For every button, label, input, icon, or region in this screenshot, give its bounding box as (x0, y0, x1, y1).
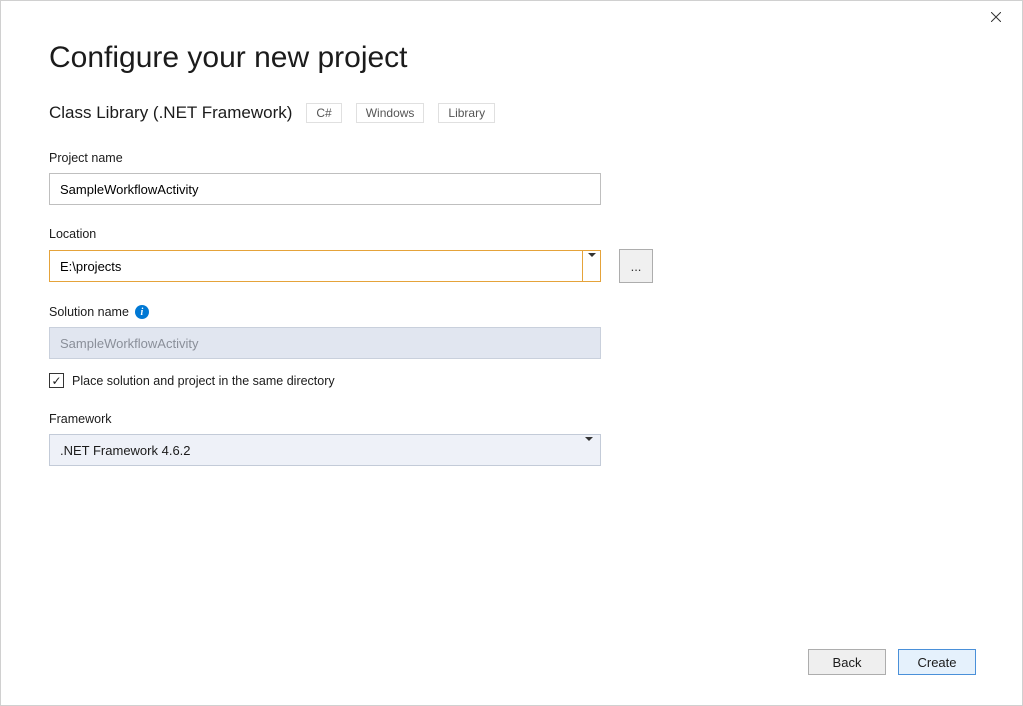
solution-name-input (49, 327, 601, 359)
chevron-down-icon (588, 257, 596, 275)
close-icon (991, 9, 1001, 25)
solution-name-group: Solution name i (49, 305, 974, 359)
chevron-down-icon (585, 441, 593, 459)
dialog-window: Configure your new project Class Library… (0, 0, 1023, 706)
project-name-input[interactable] (49, 173, 601, 205)
project-name-group: Project name (49, 151, 974, 205)
framework-value: .NET Framework 4.6.2 (60, 443, 191, 458)
framework-select-box[interactable]: .NET Framework 4.6.2 (49, 434, 601, 466)
location-combo (49, 250, 601, 282)
location-group: Location ... (49, 227, 974, 283)
dialog-content: Configure your new project Class Library… (1, 1, 1022, 466)
framework-select[interactable]: .NET Framework 4.6.2 (49, 434, 601, 466)
location-dropdown-button[interactable] (582, 251, 600, 281)
framework-group: Framework .NET Framework 4.6.2 (49, 412, 974, 466)
template-row: Class Library (.NET Framework) C# Window… (49, 103, 974, 123)
same-directory-checkbox[interactable]: ✓ (49, 373, 64, 388)
back-button[interactable]: Back (808, 649, 886, 675)
tag-library: Library (438, 103, 495, 123)
page-title: Configure your new project (49, 41, 974, 75)
project-name-label: Project name (49, 151, 974, 165)
solution-name-label-row: Solution name i (49, 305, 974, 319)
framework-dropdown-button[interactable] (578, 435, 600, 465)
browse-button[interactable]: ... (619, 249, 653, 283)
tag-csharp: C# (306, 103, 341, 123)
template-name: Class Library (.NET Framework) (49, 103, 292, 123)
same-directory-row[interactable]: ✓ Place solution and project in the same… (49, 373, 974, 388)
tag-windows: Windows (356, 103, 425, 123)
same-directory-label: Place solution and project in the same d… (72, 374, 335, 388)
location-input[interactable] (49, 250, 601, 282)
footer-buttons: Back Create (808, 649, 976, 675)
location-label: Location (49, 227, 974, 241)
solution-name-label: Solution name (49, 305, 129, 319)
location-row: ... (49, 249, 974, 283)
framework-label: Framework (49, 412, 974, 426)
check-icon: ✓ (51, 375, 61, 387)
create-button[interactable]: Create (898, 649, 976, 675)
close-button[interactable] (982, 7, 1010, 27)
info-icon[interactable]: i (135, 305, 149, 319)
